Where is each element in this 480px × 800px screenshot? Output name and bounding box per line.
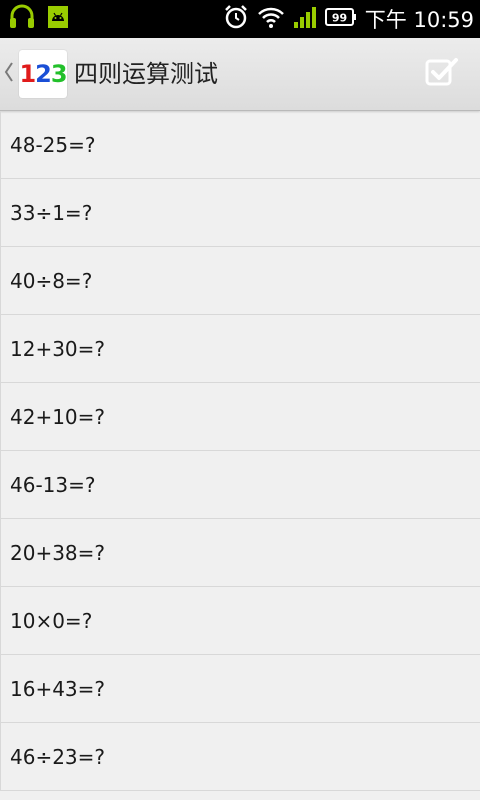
question-item[interactable]: 16+43=?: [0, 655, 480, 723]
question-item[interactable]: 12+30=?: [0, 315, 480, 383]
question-item[interactable]: 33÷1=?: [0, 179, 480, 247]
battery-level-text: 99: [332, 12, 347, 25]
question-item[interactable]: 46÷23=?: [0, 723, 480, 791]
status-bar: 99 下午 10:59: [0, 0, 480, 38]
question-item[interactable]: 20+38=?: [0, 519, 480, 587]
wifi-icon: [257, 5, 285, 33]
page-title: 四则运算测试: [74, 60, 218, 88]
android-debug-icon: [46, 4, 70, 34]
action-bar: 123 四则运算测试: [0, 38, 480, 111]
checkbox-check-icon: [425, 57, 459, 91]
headset-icon: [8, 4, 36, 34]
signal-icon: [293, 5, 317, 33]
submit-button[interactable]: [424, 56, 460, 92]
question-text: 48-25=?: [10, 132, 96, 157]
question-text: 33÷1=?: [10, 200, 93, 225]
chevron-left-icon: [0, 61, 14, 87]
logo-digit-3: 3: [50, 60, 68, 88]
system-icons: 99 下午 10:59: [223, 4, 474, 34]
logo-digit-2: 2: [35, 60, 52, 88]
logo-digit-1: 1: [19, 60, 36, 88]
question-text: 12+30=?: [10, 336, 106, 361]
question-item[interactable]: 48-25=?: [0, 111, 480, 179]
question-text: 42+10=?: [10, 404, 106, 429]
question-text: 46-13=?: [10, 472, 96, 497]
question-item[interactable]: 10×0=?: [0, 587, 480, 655]
alarm-icon: [223, 4, 249, 34]
battery-icon: 99: [324, 7, 357, 31]
question-item[interactable]: 40÷8=?: [0, 247, 480, 315]
question-list: 48-25=? 33÷1=? 40÷8=? 12+30=? 42+10=? 46…: [0, 111, 480, 791]
question-item[interactable]: 42+10=?: [0, 383, 480, 451]
question-text: 20+38=?: [10, 540, 106, 565]
status-clock: 下午 10:59: [364, 8, 474, 32]
question-item[interactable]: 46-13=?: [0, 451, 480, 519]
app-logo-icon[interactable]: 123: [19, 50, 68, 98]
notification-icons: [8, 4, 70, 34]
question-text: 16+43=?: [10, 676, 106, 701]
question-text: 40÷8=?: [10, 268, 93, 293]
question-text: 10×0=?: [10, 608, 93, 633]
question-text: 46÷23=?: [10, 744, 106, 769]
